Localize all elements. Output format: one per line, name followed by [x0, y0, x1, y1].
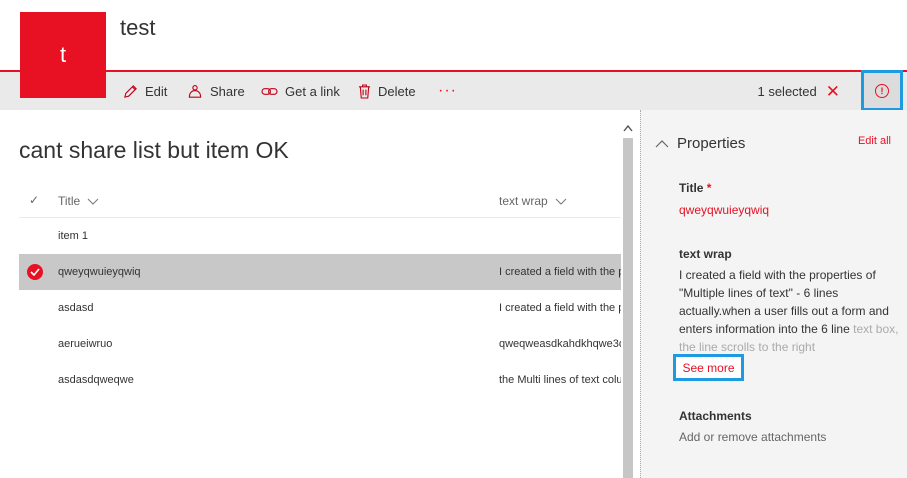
scroll-thumb[interactable]	[623, 138, 633, 478]
command-bar: Edit Share Get a link Delete ··· 1 selec…	[0, 72, 907, 110]
row-title[interactable]: asdasdqweqwe	[58, 374, 134, 386]
table-row[interactable]: asdasd I created a field with the proper…	[19, 290, 621, 326]
chevron-down-icon	[555, 198, 567, 205]
column-header-title[interactable]: Title	[58, 194, 99, 208]
text-wrap-field-label: text wrap	[679, 247, 732, 261]
title-field-label: Title *	[679, 181, 711, 195]
delete-label: Delete	[378, 83, 416, 99]
edit-button[interactable]: Edit	[123, 72, 167, 110]
get-link-label: Get a link	[285, 83, 340, 99]
column-title-label: Title	[58, 194, 81, 208]
scroll-up-icon[interactable]	[621, 121, 635, 135]
trash-icon	[358, 83, 371, 99]
attachments-label: Attachments	[679, 409, 752, 423]
info-pane-button[interactable]: !	[861, 70, 903, 111]
properties-heading: Properties	[677, 135, 746, 152]
chevron-up-icon	[655, 139, 669, 147]
table-row[interactable]: asdasdqweqwe the Multi lines of text col…	[19, 362, 621, 398]
selected-count: 1 selected	[757, 83, 817, 99]
list-header: ✓ Title text wrap	[19, 183, 621, 218]
selection-indicator: 1 selected ✕	[757, 72, 840, 110]
page-title: cant share list but item OK	[19, 137, 289, 163]
row-text-wrap: qweqweasdkahdkhqwe3qweqwe	[499, 338, 621, 350]
site-header: test	[0, 0, 907, 72]
see-more-link[interactable]: See more	[673, 354, 744, 381]
title-field-value[interactable]: qweyqwuieyqwiq	[679, 203, 769, 217]
row-text-wrap: the Multi lines of text column	[499, 374, 621, 386]
row-text-wrap: I created a field with the properties	[499, 266, 621, 278]
attachments-link[interactable]: Add or remove attachments	[679, 430, 826, 444]
row-title[interactable]: aerueiwruo	[58, 338, 112, 350]
title-label-text: Title	[679, 181, 704, 195]
selected-check-icon[interactable]	[27, 264, 43, 280]
share-button[interactable]: Share	[187, 72, 245, 110]
link-icon	[261, 87, 278, 95]
table-row[interactable]: item 1	[19, 218, 621, 254]
list-scrollbar[interactable]	[621, 110, 635, 478]
list-view: ✓ Title text wrap item 1 qweyqwuieyqwiq …	[19, 183, 621, 398]
column-header-text-wrap[interactable]: text wrap	[499, 194, 567, 208]
clear-selection-icon[interactable]: ✕	[826, 83, 840, 100]
text-wrap-field-value[interactable]: I created a field with the properties of…	[679, 266, 901, 356]
share-icon	[188, 84, 202, 98]
info-icon: !	[875, 83, 889, 98]
row-title[interactable]: asdasd	[58, 302, 93, 314]
properties-pane: Properties Edit all Title * qweyqwuieyqw…	[640, 110, 907, 478]
table-row-selected[interactable]: qweyqwuieyqwiq I created a field with th…	[19, 254, 621, 290]
pencil-icon	[124, 84, 137, 98]
column-text-wrap-label: text wrap	[499, 194, 548, 208]
site-title[interactable]: test	[120, 15, 155, 41]
site-logo[interactable]: t	[20, 12, 106, 98]
select-all-checkmark-icon[interactable]: ✓	[29, 193, 39, 207]
edit-label: Edit	[145, 83, 168, 99]
chevron-down-icon	[87, 198, 99, 205]
edit-all-link[interactable]: Edit all	[858, 135, 891, 147]
table-row[interactable]: aerueiwruo qweqweasdkahdkhqwe3qweqwe	[19, 326, 621, 362]
row-title[interactable]: qweyqwuieyqwiq	[58, 266, 141, 278]
delete-button[interactable]: Delete	[358, 72, 416, 110]
get-link-button[interactable]: Get a link	[261, 72, 340, 110]
share-label: Share	[210, 83, 245, 99]
properties-toggle[interactable]: Properties	[655, 135, 745, 152]
site-logo-letter: t	[59, 42, 67, 67]
more-button[interactable]: ···	[438, 72, 457, 110]
required-marker: *	[706, 181, 712, 195]
row-text-wrap: I created a field with the properties	[499, 302, 621, 314]
row-title[interactable]: item 1	[58, 230, 88, 242]
